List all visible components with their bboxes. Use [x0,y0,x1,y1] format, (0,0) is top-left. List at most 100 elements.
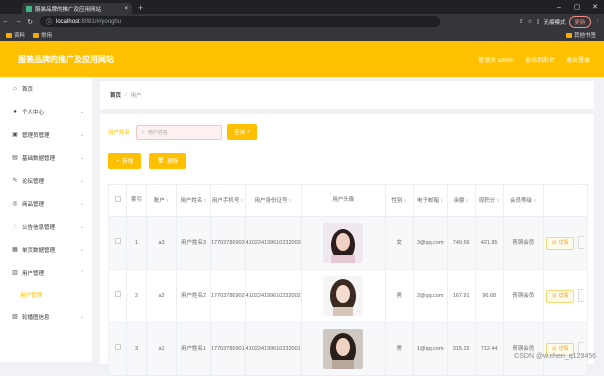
sort-icon[interactable]: ⇕ [533,198,536,203]
add-button[interactable]: + 新增 [108,153,142,169]
close-tab-icon[interactable]: × [124,6,128,12]
logout-link[interactable]: 退出登录 [566,55,590,64]
sidebar-item-label: 个人中心 [22,109,45,116]
header-email[interactable]: 电子邮箱⇕ [412,184,448,217]
info-icon: ⓘ [46,20,53,26]
browser-tab[interactable]: 服装品牌的推广及应用网站 × [22,3,132,14]
sort-icon[interactable]: ⇕ [240,198,243,203]
cell-level: 青铜会员 [502,322,544,376]
sidebar-item-users[interactable]: ▥ 用户管理 ⌃ [0,261,92,284]
update-button[interactable]: 更新 [569,15,591,28]
breadcrumb-home[interactable]: 首页 [110,91,121,99]
data-icon: ▤ [12,155,18,161]
delete-button[interactable]: 🗑 删除 [149,153,187,169]
sidebar-item-admin[interactable]: ▣ 管理员管理 ⌄ [0,123,92,146]
url-field[interactable]: ⓘ localhost:8081/#/yonghu [40,16,440,27]
sidebar-item-home[interactable]: ⌂ 首页 [0,77,92,100]
breadcrumb-separator: / [125,92,127,98]
sort-icon[interactable]: ⇕ [440,198,443,203]
sort-icon[interactable]: ⇕ [203,198,206,203]
header-level[interactable]: 会员等级⇕ [502,184,544,217]
sort-icon[interactable]: ⇕ [166,198,169,203]
sidebar-item-notices[interactable]: ◌ 公告信息管理 ⌄ [0,215,92,238]
sort-icon[interactable]: ⇕ [496,198,499,203]
sidebar-item-products[interactable]: ◎ 商品管理 ⌄ [0,192,92,215]
bookmark-folder[interactable]: 资料 [6,31,25,39]
header-phone[interactable]: 用户手机号⇕ [210,184,246,217]
header-name[interactable]: 用户姓名⇕ [176,184,211,217]
admin-label: 管理员 admin [477,57,514,64]
sidebar-item-label: 基础数据管理 [22,155,56,162]
header-balance-label: 余额 [453,197,465,204]
sidebar-item-carousel[interactable]: ▧ 轮播图信息 ⌄ [0,305,92,328]
header-points[interactable]: 现积分⇕ [474,184,504,217]
page-icon: ▦ [12,247,18,253]
sort-icon[interactable]: ⇕ [466,198,469,203]
row-select-cell[interactable] [108,322,127,376]
share-icon[interactable]: ⇪ [519,19,524,25]
cell-avatar [300,322,386,376]
cell-actions: ⊟ 详情 [542,322,589,376]
bookmark-star-icon[interactable]: ☆ [528,19,533,25]
table-row: 1 a3 用户姓名3 17703786903 41022419961023200… [108,216,589,270]
forward-icon[interactable]: → [12,18,24,25]
query-button[interactable]: 查询 ⌕ [227,124,258,140]
avatar[interactable] [323,223,364,263]
select-all-cell[interactable] [108,184,127,217]
cell-balance: 749.56 [446,216,476,270]
sidebar-item-profile[interactable]: ● 个人中心 ⌄ [0,100,92,123]
avatar[interactable] [323,329,364,369]
row-select-cell[interactable] [108,269,127,323]
maximize-icon[interactable]: ▢ [568,3,586,11]
bookmark-folder[interactable]: 常用 [33,31,52,39]
bookmark-label: 其他书签 [573,33,596,39]
cell-points: 712.44 [474,322,504,376]
chevron-down-icon: ⌄ [79,131,84,138]
minimize-icon[interactable]: – [550,4,568,11]
menu-dots-icon[interactable]: ⋮ [595,19,601,25]
more-actions-button[interactable] [578,289,585,303]
sidebar-item-pages[interactable]: ▦ 单页数据管理 ⌄ [0,238,92,261]
user-table: 索引 账户⇕ 用户姓名⇕ 用户手机号⇕ 用户身份证号⇕ 用户头像 性别⇕ 电子邮… [108,184,589,376]
cell-avatar [300,269,386,323]
search-input[interactable]: ⌕ 用户姓名 [136,124,223,140]
other-bookmarks[interactable]: 其他书签 [565,31,604,39]
site-header: 服装品牌的推广及应用网站 管理员 admin 退出到前台 退出登录 [0,41,604,77]
detail-button[interactable]: ⊟ 详情 [546,289,575,303]
sidebar-item-label: 公告信息管理 [22,224,56,231]
header-idcard[interactable]: 用户身份证号⇕ [244,184,302,217]
more-actions-button[interactable] [578,236,585,250]
header-balance[interactable]: 余额⇕ [446,184,476,217]
sort-icon[interactable]: ⇕ [289,198,292,203]
back-icon[interactable]: ← [0,18,12,25]
person-icon: ● [13,108,17,115]
header-gender[interactable]: 性别⇕ [384,184,414,217]
folder-icon [6,33,12,39]
select-all-checkbox[interactable] [114,195,121,202]
sidebar-subitem-users[interactable]: 用户管理 [0,284,92,305]
row-checkbox[interactable] [114,238,121,244]
sidebar-item-forum[interactable]: ✎ 论坛管理 ⌄ [0,169,92,192]
row-checkbox[interactable] [114,344,121,350]
header-level-label: 会员等级 [510,197,533,204]
detail-button[interactable]: ⊟ 详情 [546,236,575,250]
header-account[interactable]: 账户⇕ [146,184,177,217]
breadcrumb: 首页 / 用户 [100,81,594,109]
browser-tab-bar: 服装品牌的推广及应用网站 × + – ▢ ✕ [0,0,604,14]
avatar[interactable] [323,276,364,316]
incognito-label[interactable]: 无痕模式 [543,18,565,26]
sidepanel-icon[interactable]: ▯ [536,19,539,25]
search-label: 用户姓名 [108,130,131,136]
sort-icon[interactable]: ⇕ [404,198,407,203]
row-checkbox[interactable] [114,291,121,297]
sidebar-item-basedata[interactable]: ▤ 基础数据管理 ⌄ [0,146,92,169]
main-content: 首页 / 用户 用户姓名 ⌕ 用户姓名 查询 ⌕ + 新增 🗑 删除 索引 账户⇕ 用户… [100,77,594,376]
to-frontend-link[interactable]: 退出到前台 [525,55,555,64]
cell-index: 2 [126,269,147,323]
row-select-cell[interactable] [108,216,127,270]
search-icon: ⌕ [247,128,251,135]
reload-icon[interactable]: ↻ [24,18,36,26]
sidebar-item-label: 首页 [22,86,34,93]
new-tab-icon[interactable]: + [138,3,143,13]
close-window-icon[interactable]: ✕ [586,3,604,11]
